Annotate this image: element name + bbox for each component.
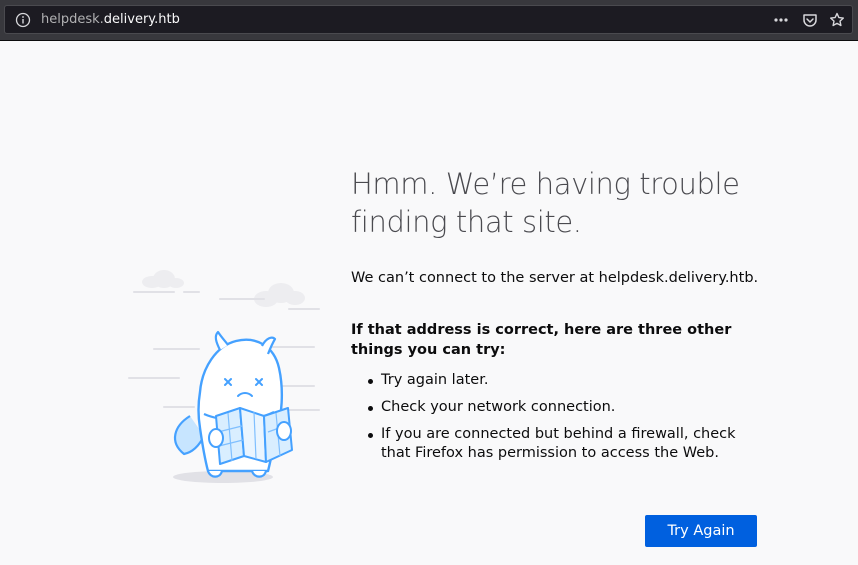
suggestion-item: Check your network connection. — [351, 398, 766, 417]
error-description: We can’t connect to the server at helpde… — [351, 270, 759, 286]
lost-monster-illustration — [128, 270, 320, 483]
suggestion-item: If you are connected but behind a firewa… — [351, 425, 766, 463]
suggestion-item: Try again later. — [351, 371, 766, 390]
info-icon[interactable] — [15, 12, 31, 28]
url-text[interactable]: helpdesk.delivery.htb — [41, 12, 180, 27]
try-again-button[interactable]: Try Again — [645, 515, 757, 547]
suggestions-list: Try again later. Check your network conn… — [351, 371, 766, 471]
page-actions-icon[interactable] — [773, 12, 789, 28]
suggestions-heading: If that address is correct, here are thr… — [351, 322, 732, 358]
error-title: Hmm. We’re having trouble finding that s… — [351, 167, 740, 239]
error-page: Hmm. We’re having trouble finding that s… — [0, 41, 858, 565]
browser-toolbar: helpdesk.delivery.htb — [0, 0, 858, 41]
url-bar[interactable]: helpdesk.delivery.htb — [4, 5, 853, 34]
url-subdomain: helpdesk. — [41, 12, 104, 27]
bookmark-star-icon[interactable] — [829, 12, 845, 28]
pocket-icon[interactable] — [802, 12, 818, 28]
url-domain: delivery.htb — [103, 12, 180, 27]
